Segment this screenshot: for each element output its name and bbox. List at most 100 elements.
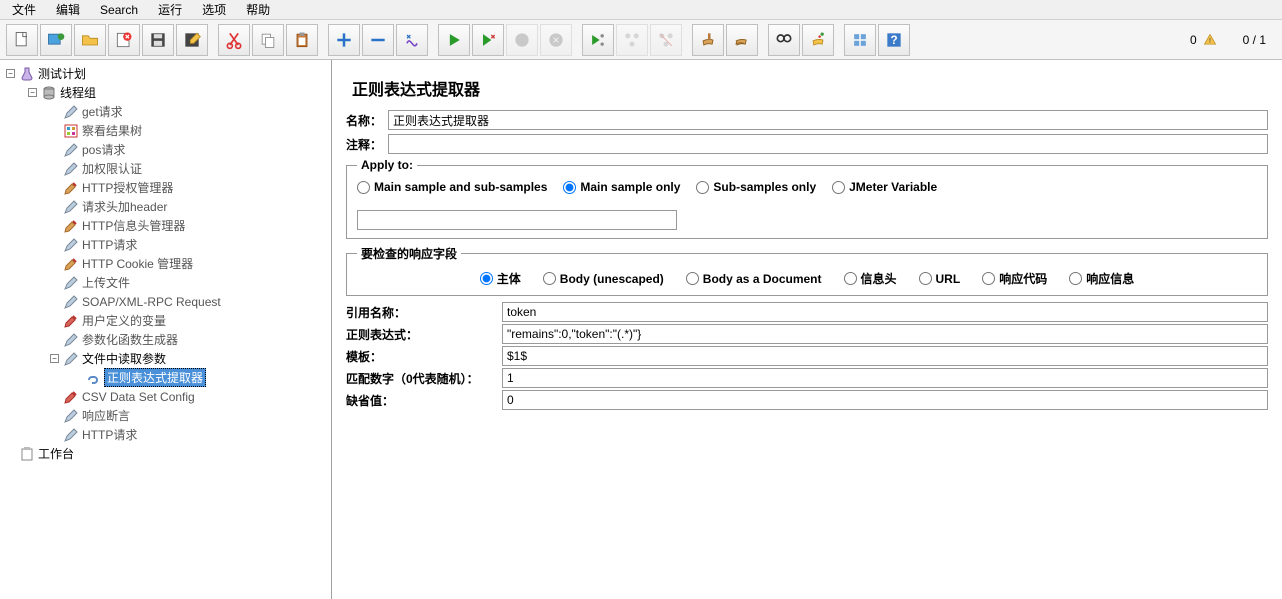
- reset-search-button[interactable]: [802, 24, 834, 56]
- tree-item[interactable]: 响应断言: [82, 407, 130, 424]
- default-input[interactable]: [502, 390, 1268, 410]
- regex-input[interactable]: [502, 324, 1268, 344]
- start-button[interactable]: [438, 24, 470, 56]
- tree-toggle[interactable]: −: [6, 69, 15, 78]
- default-label: 缺省值：: [346, 392, 496, 409]
- field-headers[interactable]: 信息头: [844, 270, 897, 287]
- expand-button[interactable]: [328, 24, 360, 56]
- node-icon: [63, 313, 79, 329]
- node-icon: [63, 237, 79, 253]
- close-button[interactable]: [108, 24, 140, 56]
- new-file-button[interactable]: [6, 24, 38, 56]
- comment-label: 注释：: [346, 136, 388, 153]
- match-no-input[interactable]: [502, 368, 1268, 388]
- remote-start-button[interactable]: [582, 24, 614, 56]
- tree-item[interactable]: pos请求: [82, 141, 125, 158]
- shutdown-button[interactable]: [540, 24, 572, 56]
- tree-thread-group[interactable]: 线程组: [60, 84, 96, 101]
- field-body[interactable]: 主体: [480, 270, 521, 287]
- tree-root-label[interactable]: 测试计划: [38, 65, 86, 82]
- tree-toggle[interactable]: −: [50, 354, 59, 363]
- tree-selected-node[interactable]: 正则表达式提取器: [104, 368, 206, 387]
- tree-item[interactable]: SOAP/XML-RPC Request: [82, 295, 221, 309]
- menu-options[interactable]: 选项: [194, 0, 234, 20]
- pencil-icon: [63, 351, 79, 367]
- tree-item[interactable]: 用户定义的变量: [82, 312, 166, 329]
- test-plan-tree[interactable]: − 测试计划 − 线程组 get请求察看结果树 pos请求加权限认证 HTTP授权管…: [0, 60, 332, 599]
- tree-item[interactable]: get请求: [82, 103, 123, 120]
- ref-name-input[interactable]: [502, 302, 1268, 322]
- tree-item[interactable]: HTTP请求: [82, 426, 137, 443]
- jmeter-variable-input[interactable]: [357, 210, 677, 230]
- node-icon: [63, 332, 79, 348]
- save-as-button[interactable]: [176, 24, 208, 56]
- node-icon: [63, 199, 79, 215]
- ref-name-label: 引用名称：: [346, 304, 496, 321]
- spool-icon: [41, 85, 57, 101]
- field-response-code[interactable]: 响应代码: [982, 270, 1047, 287]
- apply-jmeter-var[interactable]: JMeter Variable: [832, 180, 937, 194]
- paste-button[interactable]: [286, 24, 318, 56]
- help-button[interactable]: ?: [878, 24, 910, 56]
- apply-main-only[interactable]: Main sample only: [563, 180, 680, 194]
- apply-main-sub[interactable]: Main sample and sub-samples: [357, 180, 547, 194]
- editor-panel: 正则表达式提取器 名称： 注释： Apply to: Main sample a…: [332, 60, 1282, 599]
- remote-stop-all-button[interactable]: [650, 24, 682, 56]
- node-icon: [63, 256, 79, 272]
- svg-text:?: ?: [890, 34, 897, 47]
- tree-item[interactable]: 加权限认证: [82, 160, 142, 177]
- open-button[interactable]: [74, 24, 106, 56]
- search-button[interactable]: [768, 24, 800, 56]
- template-input[interactable]: [502, 346, 1268, 366]
- save-button[interactable]: [142, 24, 174, 56]
- tree-item[interactable]: HTTP信息头管理器: [82, 217, 185, 234]
- node-icon: [63, 123, 79, 139]
- tree-item[interactable]: 察看结果树: [82, 122, 142, 139]
- tree-item[interactable]: HTTP Cookie 管理器: [82, 255, 193, 272]
- field-response-msg[interactable]: 响应信息: [1069, 270, 1134, 287]
- flask-icon: [19, 66, 35, 82]
- tree-item[interactable]: CSV Data Set Config: [82, 390, 195, 404]
- name-input[interactable]: [388, 110, 1268, 130]
- tree-item[interactable]: 上传文件: [82, 274, 130, 291]
- regex-label: 正则表达式：: [346, 326, 496, 343]
- function-helper-button[interactable]: [844, 24, 876, 56]
- menu-search[interactable]: Search: [92, 1, 146, 19]
- tree-workbench[interactable]: 工作台: [38, 445, 74, 462]
- field-url[interactable]: URL: [919, 272, 961, 286]
- tree-toggle[interactable]: −: [28, 88, 37, 97]
- field-body-document[interactable]: Body as a Document: [686, 272, 822, 286]
- menu-help[interactable]: 帮助: [238, 0, 278, 20]
- copy-button[interactable]: [252, 24, 284, 56]
- template-label: 模板：: [346, 348, 496, 365]
- tree-item[interactable]: HTTP授权管理器: [82, 179, 173, 196]
- clear-all-button[interactable]: [726, 24, 758, 56]
- cut-button[interactable]: [218, 24, 250, 56]
- tree-item[interactable]: HTTP请求: [82, 236, 137, 253]
- node-icon: [63, 389, 79, 405]
- clear-button[interactable]: [692, 24, 724, 56]
- templates-button[interactable]: [40, 24, 72, 56]
- node-icon: [63, 180, 79, 196]
- remote-start-all-button[interactable]: [616, 24, 648, 56]
- warning-icon: !: [1203, 33, 1217, 47]
- start-no-timers-button[interactable]: [472, 24, 504, 56]
- clipboard-icon: [19, 446, 35, 462]
- node-icon: [63, 218, 79, 234]
- comment-input[interactable]: [388, 134, 1268, 154]
- toggle-button[interactable]: [396, 24, 428, 56]
- response-field-fieldset: 要检查的响应字段 主体 Body (unescaped) Body as a D…: [346, 245, 1268, 296]
- tree-item[interactable]: 参数化函数生成器: [82, 331, 178, 348]
- menu-edit[interactable]: 编辑: [48, 0, 88, 20]
- collapse-button[interactable]: [362, 24, 394, 56]
- menu-file[interactable]: 文件: [4, 0, 44, 20]
- menu-run[interactable]: 运行: [150, 0, 190, 20]
- tree-item[interactable]: 请求头加header: [82, 198, 167, 215]
- svg-text:!: !: [1209, 37, 1211, 44]
- field-body-unescaped[interactable]: Body (unescaped): [543, 272, 664, 286]
- apply-sub-only[interactable]: Sub-samples only: [696, 180, 816, 194]
- stop-button[interactable]: [506, 24, 538, 56]
- tree-file-param[interactable]: 文件中读取参数: [82, 350, 166, 367]
- node-icon: [63, 104, 79, 120]
- apply-to-fieldset: Apply to: Main sample and sub-samples Ma…: [346, 158, 1268, 239]
